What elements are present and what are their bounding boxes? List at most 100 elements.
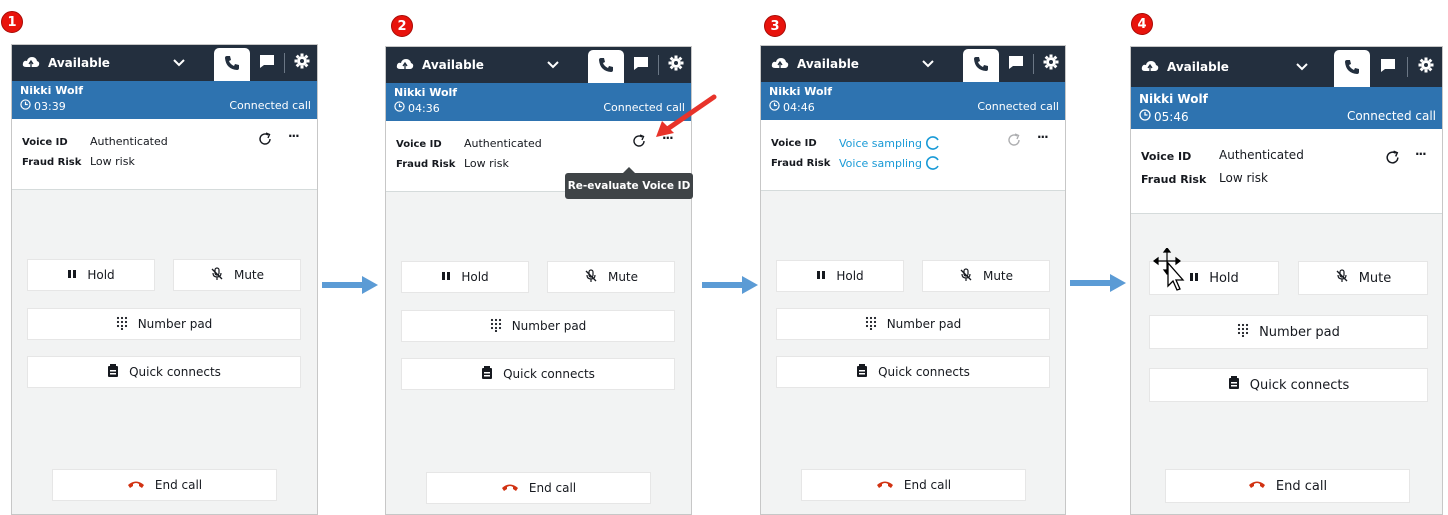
hold-button[interactable]: Hold xyxy=(27,259,155,291)
re-evaluate-tooltip: Re-evaluate Voice ID xyxy=(565,167,693,199)
call-header: Nikki Wolf 03:39 Connected call xyxy=(12,81,317,119)
refresh-icon[interactable] xyxy=(257,131,273,151)
fraud-risk-sampling: Voice sampling xyxy=(839,156,940,170)
fraud-risk-value: Voice sampling xyxy=(839,156,923,170)
agent-status-dropdown[interactable]: Available xyxy=(771,46,859,82)
chat-icon xyxy=(1008,55,1024,74)
cloud-status-icon xyxy=(22,56,40,70)
hold-label: Hold xyxy=(461,270,489,284)
settings-tab[interactable] xyxy=(662,47,690,83)
end-call-label: End call xyxy=(1275,478,1328,494)
chat-tab[interactable] xyxy=(1373,47,1403,87)
settings-tab[interactable] xyxy=(1412,47,1440,87)
call-state: Connected call xyxy=(229,99,311,112)
phone-icon xyxy=(224,55,240,75)
refresh-icon[interactable] xyxy=(1006,132,1022,152)
mute-button[interactable]: Mute xyxy=(922,260,1050,292)
more-icon[interactable]: ··· xyxy=(288,129,300,143)
chat-icon xyxy=(259,54,275,73)
pause-icon xyxy=(816,269,836,283)
call-timer: 05:46 xyxy=(1139,109,1189,124)
call-timer-value: 03:39 xyxy=(34,99,66,113)
chevron-down-icon[interactable] xyxy=(546,47,560,83)
fraud-risk-label: Fraud Risk xyxy=(1141,173,1207,186)
pause-icon xyxy=(441,270,461,284)
number-pad-button[interactable]: Number pad xyxy=(1149,315,1428,349)
phone-icon xyxy=(1344,59,1360,79)
voice-id-value: Authenticated xyxy=(1219,148,1304,162)
number-pad-button[interactable]: Number pad xyxy=(401,310,675,342)
phone-tab[interactable] xyxy=(963,49,999,82)
number-pad-button[interactable]: Number pad xyxy=(27,308,301,340)
quick-connects-label: Quick connects xyxy=(1249,377,1350,393)
cloud-status-icon xyxy=(771,57,789,71)
agent-status-label: Available xyxy=(1167,60,1229,74)
quick-connects-button[interactable]: Quick connects xyxy=(27,356,301,388)
call-header: Nikki Wolf 04:36 Connected call xyxy=(386,83,691,121)
ccp-topbar: Available xyxy=(761,46,1065,82)
phone-tab[interactable] xyxy=(214,48,250,81)
hold-button[interactable]: Hold xyxy=(776,260,904,292)
step-badge-3: 3 xyxy=(764,15,786,37)
settings-tab[interactable] xyxy=(1037,46,1065,82)
call-timer-value: 04:46 xyxy=(783,100,815,114)
phone-icon xyxy=(598,57,614,77)
fraud-risk-label: Fraud Risk xyxy=(22,157,82,168)
chat-tab[interactable] xyxy=(1001,46,1031,82)
phone-tab[interactable] xyxy=(588,50,624,83)
end-call-button[interactable]: End call xyxy=(52,469,277,501)
call-header: Nikki Wolf 04:46 Connected call xyxy=(761,82,1065,120)
step-badge-1: 1 xyxy=(1,11,23,33)
cloud-status-icon xyxy=(396,58,414,72)
mute-button[interactable]: Mute xyxy=(547,261,675,293)
quick-connects-button[interactable]: Quick connects xyxy=(1149,368,1428,402)
end-call-button[interactable]: End call xyxy=(426,472,651,504)
mute-label: Mute xyxy=(1358,270,1392,286)
spinner-icon xyxy=(926,156,940,170)
agent-status-dropdown[interactable]: Available xyxy=(1141,47,1229,87)
number-pad-label: Number pad xyxy=(1259,324,1340,340)
number-pad-button[interactable]: Number pad xyxy=(776,308,1050,340)
quick-connects-button[interactable]: Quick connects xyxy=(401,358,675,390)
refresh-icon[interactable] xyxy=(631,133,647,153)
quick-connects-label: Quick connects xyxy=(129,365,221,379)
chevron-down-icon[interactable] xyxy=(921,46,935,82)
caller-name: Nikki Wolf xyxy=(769,85,833,98)
chat-tab[interactable] xyxy=(626,47,656,83)
voice-id-label: Voice ID xyxy=(22,137,68,148)
mic-off-icon xyxy=(959,267,983,285)
gear-icon xyxy=(668,55,684,75)
phone-tab[interactable] xyxy=(1334,50,1370,87)
end-call-label: End call xyxy=(154,478,203,492)
fraud-risk-value: Low risk xyxy=(1219,171,1268,185)
chevron-down-icon[interactable] xyxy=(172,45,186,81)
end-call-button[interactable]: End call xyxy=(1165,469,1410,503)
more-icon[interactable]: ··· xyxy=(1037,130,1049,144)
chevron-down-icon[interactable] xyxy=(1295,47,1309,87)
numpad-icon xyxy=(865,316,887,333)
quick-connects-icon xyxy=(856,363,878,381)
agent-status-dropdown[interactable]: Available xyxy=(22,45,110,81)
ccp-topbar: Available xyxy=(386,47,691,83)
mic-off-icon xyxy=(210,266,234,284)
settings-tab[interactable] xyxy=(288,45,316,81)
number-pad-label: Number pad xyxy=(137,317,213,331)
more-icon[interactable]: ··· xyxy=(1415,147,1427,161)
hold-button[interactable]: Hold xyxy=(401,261,529,293)
agent-status-label: Available xyxy=(422,58,484,72)
clock-icon xyxy=(20,99,34,113)
ccp-panel-step-2: Available Nikki Wolf 04:36 Connected cal… xyxy=(385,46,692,515)
voice-id-label: Voice ID xyxy=(771,138,817,149)
gear-icon xyxy=(1043,54,1059,74)
pointer-arrow xyxy=(656,94,717,137)
refresh-icon[interactable] xyxy=(1384,149,1401,170)
agent-status-dropdown[interactable]: Available xyxy=(396,47,484,83)
mute-button[interactable]: Mute xyxy=(173,259,301,291)
end-call-button[interactable]: End call xyxy=(801,469,1026,501)
call-timer: 03:39 xyxy=(20,99,66,113)
ccp-panel-step-1: Available Nikki Wolf 03:39 Connected cal… xyxy=(11,44,318,515)
quick-connects-button[interactable]: Quick connects xyxy=(776,356,1050,388)
ccp-panel-step-3: Available Nikki Wolf 04:46 Connected cal… xyxy=(760,45,1066,515)
mute-button[interactable]: Mute xyxy=(1298,261,1428,295)
chat-tab[interactable] xyxy=(252,45,282,81)
